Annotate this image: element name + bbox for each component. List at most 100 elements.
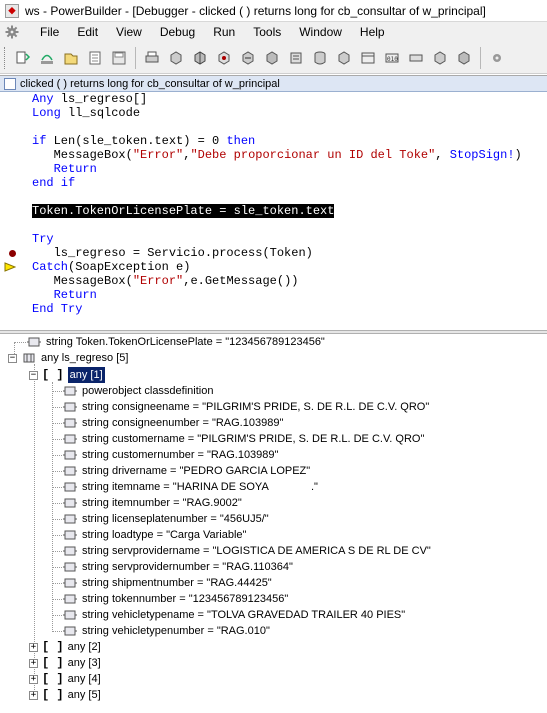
array-element-icon: [ ] (42, 640, 64, 654)
menu-debug[interactable]: Debug (152, 25, 205, 39)
toggle-icon[interactable] (238, 48, 258, 68)
field-label: string consigneename = "PILGRIM'S PRIDE,… (82, 401, 430, 413)
tree-row-field[interactable]: string drivername = "PEDRO GARCIA LOPEZ" (62, 463, 310, 479)
tree-row-any-1[interactable]: − [ ] any [1] (29, 367, 105, 383)
tree-row-field[interactable]: string itemnumber = "RAG.9002" (62, 495, 242, 511)
objects-icon[interactable] (358, 48, 378, 68)
array-element-icon: [ ] (42, 656, 64, 670)
code-line: Return (0, 162, 547, 176)
step-into-icon[interactable] (13, 48, 33, 68)
binary-icon[interactable] (406, 48, 426, 68)
save-icon[interactable] (109, 48, 129, 68)
expand-toggle[interactable]: + (29, 642, 38, 652)
tree-row-any-5[interactable]: + [ ] any [5] (29, 687, 101, 703)
code-line: end if (0, 176, 547, 190)
selected-item-label[interactable]: any [1] (67, 367, 105, 383)
tree-row-any-4[interactable]: + [ ] any [4] (29, 671, 101, 687)
stop-icon[interactable] (190, 48, 210, 68)
tree-row-token[interactable]: string Token.TokenOrLicensePlate = "1234… (26, 334, 325, 350)
code-text: end if (32, 176, 76, 190)
tree-row-field[interactable]: powerobject classdefinition (62, 383, 213, 399)
collapse-toggle[interactable]: − (8, 353, 17, 363)
field-icon (63, 386, 77, 396)
tree-row-field[interactable]: string vehicletypenumber = "RAG.010" (62, 623, 270, 639)
field-label: string customernumber = "RAG.103989" (82, 449, 279, 461)
variables-tree[interactable]: string Token.TokenOrLicensePlate = "1234… (0, 334, 547, 713)
tree-row-field[interactable]: string servprovidernumber = "RAG.110364" (62, 559, 293, 575)
field-icon (63, 594, 77, 604)
call-stack-icon[interactable] (334, 48, 354, 68)
field-icon (63, 530, 77, 540)
tree-row-field[interactable]: string consigneenumber = "RAG.103989" (62, 415, 283, 431)
code-text: Any ls_regreso[] (32, 92, 148, 106)
array-element-label: any [3] (67, 657, 101, 669)
code-line: End Try (0, 302, 547, 316)
tree-row-any-3[interactable]: + [ ] any [3] (29, 655, 101, 671)
tree-row-field[interactable]: string shipmentnumber = "RAG.44425" (62, 575, 272, 591)
code-line: Any ls_regreso[] (0, 92, 547, 106)
tree-line (52, 423, 62, 424)
array-icon (23, 353, 35, 363)
field-label: powerobject classdefinition (82, 385, 214, 397)
field-icon (63, 626, 77, 636)
tree-row-field[interactable]: string customername = "PILGRIM'S PRIDE, … (62, 431, 424, 447)
database-icon[interactable] (310, 48, 330, 68)
variables-icon[interactable] (286, 48, 306, 68)
tree-line (52, 535, 62, 536)
breakpoint-icon[interactable] (214, 48, 234, 68)
memory-icon[interactable]: 010 (382, 48, 402, 68)
watch-icon[interactable] (262, 48, 282, 68)
code-text-selected[interactable]: Token.TokenOrLicensePlate = sle_token.te… (32, 204, 335, 218)
breakpoint-icon[interactable] (9, 250, 16, 257)
tree-row-any-2[interactable]: + [ ] any [2] (29, 639, 101, 655)
library-icon[interactable] (430, 48, 450, 68)
editor-header: clicked ( ) returns long for cb_consulta… (0, 76, 547, 92)
code-text: if Len(sle_token.text) = 0 then (32, 134, 256, 148)
menu-edit[interactable]: Edit (69, 25, 108, 39)
array-element-label: any [2] (67, 641, 101, 653)
tree-row-field[interactable]: string itemname = "HARINA DE SOYA ." (62, 479, 318, 495)
expand-toggle[interactable]: + (29, 690, 38, 700)
continue-icon[interactable] (166, 48, 186, 68)
field-label: string vehicletypenumber = "RAG.010" (82, 625, 270, 637)
tree-line (52, 382, 53, 630)
tree-row-regreso[interactable]: − any ls_regreso [5] (8, 350, 128, 366)
field-label: string loadtype = "Carga Variable" (82, 529, 247, 541)
menu-help[interactable]: Help (352, 25, 395, 39)
tree-row-field[interactable]: string customernumber = "RAG.103989" (62, 447, 278, 463)
menu-file[interactable]: File (32, 25, 69, 39)
menu-run[interactable]: Run (205, 25, 245, 39)
collapse-toggle[interactable]: − (29, 370, 38, 380)
open-icon[interactable] (85, 48, 105, 68)
code-line: if Len(sle_token.text) = 0 then (0, 134, 547, 148)
token-variable-label: string Token.TokenOrLicensePlate = "1234… (46, 336, 325, 348)
tree-row-field[interactable]: string licenseplatenumber = "456UJ5/" (62, 511, 269, 527)
expand-toggle[interactable]: + (29, 674, 38, 684)
field-label: string consigneenumber = "RAG.103989" (82, 417, 284, 429)
field-icon (63, 578, 77, 588)
menu-tools[interactable]: Tools (245, 25, 291, 39)
print-icon[interactable] (142, 48, 162, 68)
expand-toggle[interactable]: + (29, 658, 38, 668)
settings-icon[interactable] (487, 48, 507, 68)
code-area[interactable]: Any ls_regreso[] Long ll_sqlcode if Len(… (0, 92, 547, 316)
tree-line (52, 567, 62, 568)
toolbar-grip[interactable] (4, 46, 7, 69)
source-editor[interactable]: clicked ( ) returns long for cb_consulta… (0, 75, 547, 330)
tree-row-field[interactable]: string tokennumber = "123456789123456" (62, 591, 288, 607)
array-element-label: any [4] (67, 673, 101, 685)
step-over-icon[interactable] (37, 48, 57, 68)
tree-row-field[interactable]: string servprovidername = "LOGISTICA DE … (62, 543, 431, 559)
tree-row-field[interactable]: string consigneename = "PILGRIM'S PRIDE,… (62, 399, 429, 415)
tree-row-field[interactable]: string loadtype = "Carga Variable" (62, 527, 246, 543)
step-out-icon[interactable] (61, 48, 81, 68)
code-line: MessageBox("Error","Debe proporcionar un… (0, 148, 547, 162)
toolbar: 010 (0, 42, 547, 74)
code-line: Long ll_sqlcode (0, 106, 547, 120)
editor-icon[interactable] (454, 48, 474, 68)
debugger-gear-icon[interactable] (4, 24, 20, 40)
tree-row-field[interactable]: string vehicletypename = "TOLVA GRAVEDAD… (62, 607, 405, 623)
menu-view[interactable]: View (108, 25, 152, 39)
menu-window[interactable]: Window (291, 25, 352, 39)
regreso-variable-label: any ls_regreso [5] (41, 352, 129, 364)
